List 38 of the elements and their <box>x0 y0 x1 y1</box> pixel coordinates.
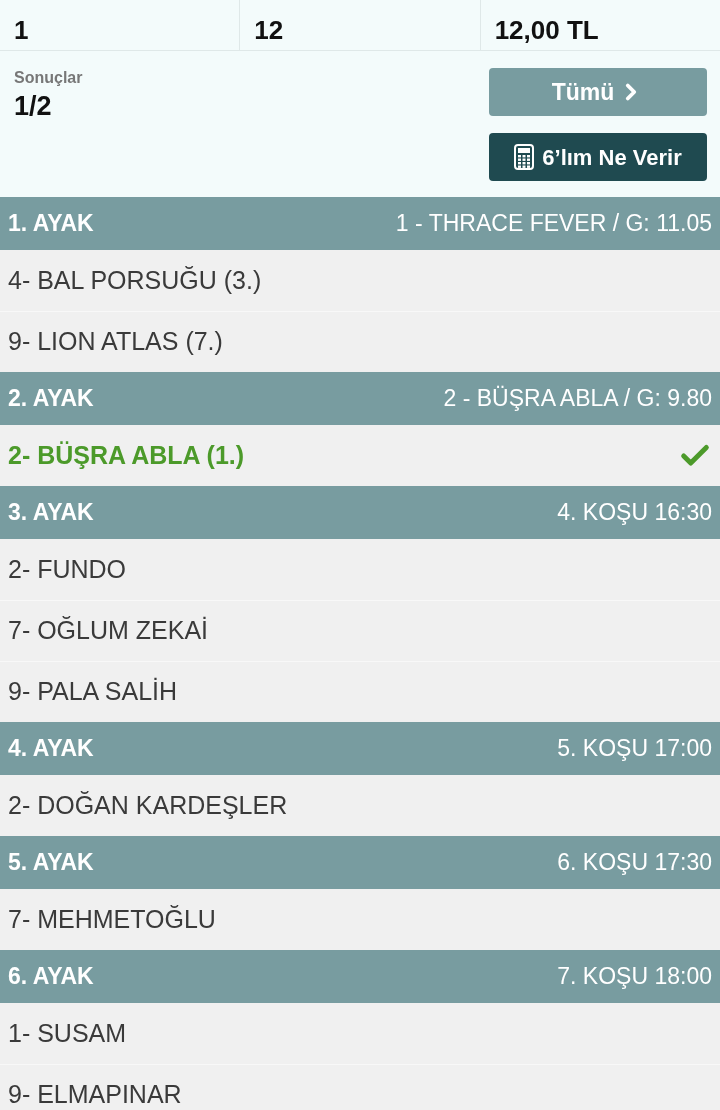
selection-row[interactable]: 7- MEHMETOĞLU <box>0 889 720 950</box>
horse-name: 7- MEHMETOĞLU <box>8 903 216 935</box>
selection-row[interactable]: 2- FUNDO <box>0 539 720 600</box>
leg-result: 5. KOŞU 17:00 <box>557 734 712 764</box>
calculator-button[interactable]: 6’lım Ne Verir <box>489 133 707 181</box>
horse-name: 2- BÜŞRA ABLA (1.) <box>8 439 245 471</box>
horse-name: 2- DOĞAN KARDEŞLER <box>8 789 288 821</box>
selection-row[interactable]: 2- DOĞAN KARDEŞLER <box>0 775 720 836</box>
results-label: Sonuçlar <box>14 68 83 88</box>
stat-value: 1 <box>14 17 29 43</box>
selection-row[interactable]: 7- OĞLUM ZEKAİ <box>0 600 720 661</box>
horse-name: 9- ELMAPINAR <box>8 1079 182 1110</box>
leg-title: 4. AYAK <box>8 734 94 764</box>
stat-value: 12 <box>254 17 284 43</box>
leg-title: 3. AYAK <box>8 498 94 528</box>
stat-value: 12,00 TL <box>494 17 599 43</box>
results-value: 1/2 <box>14 90 53 123</box>
horse-name: 1- SUSAM <box>8 1017 127 1049</box>
leg-title: 1. AYAK <box>8 209 94 239</box>
leg-title: 2. AYAK <box>8 384 94 414</box>
horse-name: 7- OĞLUM ZEKAİ <box>8 615 209 647</box>
leg-result: 7. KOŞU 18:00 <box>557 962 712 992</box>
horse-name: 2- FUNDO <box>8 553 127 585</box>
horse-name: 4- BAL PORSUĞU (3.) <box>8 264 262 296</box>
leg-result: 4. KOŞU 16:30 <box>557 498 712 528</box>
calculator-icon <box>514 144 535 170</box>
selection-row[interactable]: 4- BAL PORSUĞU (3.) <box>0 250 720 311</box>
horse-name: 9- PALA SALİH <box>8 676 178 708</box>
selection-row[interactable]: 9- PALA SALİH <box>0 661 720 722</box>
leg-title: 6. AYAK <box>8 962 94 992</box>
leg-result: 2 - BÜŞRA ABLA / G: 9.80 <box>443 384 712 414</box>
horse-name: 9- LION ATLAS (7.) <box>8 326 223 358</box>
leg-title: 5. AYAK <box>8 848 94 878</box>
selection-row[interactable]: 1- SUSAM <box>0 1003 720 1064</box>
leg-result: 1 - THRACE FEVER / G: 11.05 <box>395 209 712 239</box>
leg-result: 6. KOŞU 17:30 <box>557 848 712 878</box>
selection-row[interactable]: 9- LION ATLAS (7.) <box>0 311 720 372</box>
selection-row[interactable]: 9- ELMAPINAR <box>0 1064 720 1110</box>
